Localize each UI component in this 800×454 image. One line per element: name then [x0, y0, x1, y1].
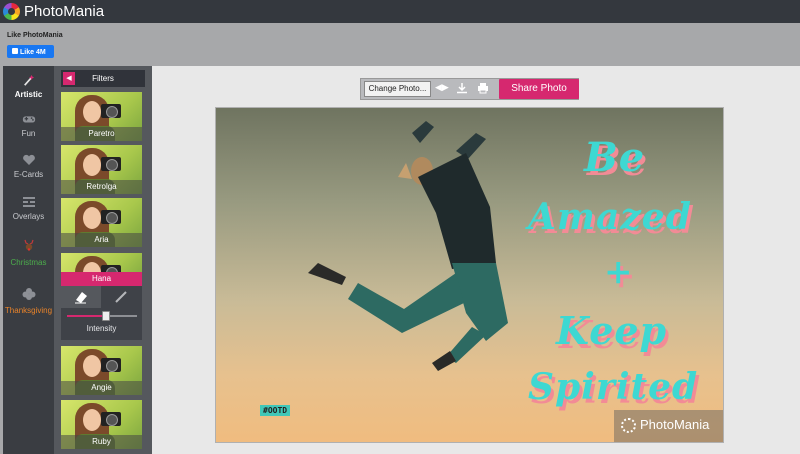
intensity-slider-knob[interactable] [101, 311, 110, 321]
like-strip: Like PhotoMania Like 4M [0, 23, 800, 64]
filter-thumb-retrolga[interactable]: Retrolga [61, 145, 142, 194]
filter-adjust-controls: Intensity [61, 286, 142, 340]
brush-tool-button[interactable] [101, 286, 142, 308]
filter-label: Angie [61, 381, 142, 395]
like-text: Like PhotoMania [7, 32, 63, 39]
filter-label: Retrolga [61, 180, 142, 194]
filters-panel: ◀ Filters Paretro Retrolga Aria Hana Int… [54, 66, 152, 454]
photomania-watermark-icon [621, 418, 636, 433]
watermark-text: PhotoMania [640, 417, 710, 432]
filters-header: ◀ Filters [61, 70, 145, 87]
facebook-like-label: Like 4M [20, 49, 46, 56]
photomania-logo-icon[interactable] [3, 3, 20, 20]
camera-icon [101, 157, 121, 171]
slogan-word: Spirited [528, 366, 699, 408]
filter-label: Ruby [61, 435, 142, 449]
category-label: Christmas [10, 258, 47, 267]
filter-label: Aria [61, 233, 142, 247]
thumb-face [83, 154, 101, 176]
thumb-face [83, 409, 101, 431]
category-label: Thanksgiving [4, 306, 53, 315]
slogan-word: Keep [556, 308, 668, 353]
slogan-word: + [604, 252, 634, 292]
brush-icon [115, 291, 127, 303]
intensity-label: Intensity [86, 324, 117, 333]
ootd-hashtag: #OOTD [260, 405, 291, 416]
slogan-word: Amazed [528, 196, 692, 238]
intensity-slider[interactable] [67, 311, 137, 321]
filter-thumb-hana[interactable]: Hana [61, 253, 142, 286]
category-thanksgiving[interactable]: Thanksgiving [3, 286, 54, 315]
filter-thumb-paretro[interactable]: Paretro [61, 92, 142, 141]
category-e-cards[interactable]: E-Cards [3, 154, 54, 179]
app-header: PhotoMania [0, 0, 800, 23]
grid-icon [22, 197, 35, 207]
print-glyph [477, 83, 488, 94]
category-label: E-Cards [13, 170, 44, 179]
compare-icon[interactable]: ◀▶ [435, 82, 449, 96]
change-photo-button[interactable]: Change Photo... [364, 81, 431, 97]
thumb-face [83, 101, 101, 123]
camera-icon [101, 412, 121, 426]
filter-thumb-ruby[interactable]: Ruby [61, 400, 142, 449]
category-fun[interactable]: Fun [3, 113, 54, 138]
reindeer-icon [23, 239, 34, 251]
filter-thumb-angie[interactable]: Angie [61, 346, 142, 395]
thumb-face [83, 355, 101, 377]
camera-icon [101, 104, 121, 118]
leaf-icon [22, 288, 35, 300]
photo-toolbar: Change Photo... ◀▶ Share Photo [360, 78, 579, 100]
eraser-tool-button[interactable] [61, 286, 101, 308]
gamepad-icon [22, 116, 35, 123]
category-label: Artistic [14, 90, 43, 99]
category-artistic[interactable]: Artistic [3, 72, 54, 99]
photo-workspace: Change Photo... ◀▶ Share Photo #OOTD Be … [152, 66, 800, 454]
facebook-like-button[interactable]: Like 4M [7, 45, 54, 58]
eraser-icon [75, 292, 87, 304]
category-sidebar: Artistic Fun E-Cards Overlays Christmas … [3, 66, 54, 454]
download-icon[interactable] [455, 82, 468, 96]
slogan-word: Be [584, 134, 646, 181]
thumb-face [83, 207, 101, 229]
camera-icon [101, 210, 121, 224]
jumping-woman-figure [308, 121, 508, 371]
category-label: Overlays [12, 212, 45, 221]
edited-photo[interactable]: #OOTD Be Amazed + Keep Spirited PhotoMan… [216, 108, 723, 442]
category-overlays[interactable]: Overlays [3, 196, 54, 221]
filter-thumb-aria[interactable]: Aria [61, 198, 142, 247]
brand-name[interactable]: PhotoMania [24, 3, 104, 20]
category-christmas[interactable]: Christmas [3, 238, 54, 267]
camera-icon [101, 358, 121, 372]
thumbs-up-icon [12, 48, 18, 54]
print-icon[interactable] [476, 82, 489, 96]
download-glyph [456, 83, 467, 94]
intensity-slider-fill [67, 315, 106, 317]
chevron-left-icon[interactable]: ◀ [63, 72, 75, 85]
share-photo-button[interactable]: Share Photo [499, 79, 579, 99]
category-label: Fun [21, 129, 36, 138]
photomania-watermark: PhotoMania [614, 410, 723, 442]
wand-icon [23, 74, 34, 86]
filters-title: Filters [92, 74, 114, 83]
filter-label: Paretro [61, 127, 142, 141]
filter-label: Hana [61, 272, 142, 286]
heart-icon [22, 154, 35, 165]
